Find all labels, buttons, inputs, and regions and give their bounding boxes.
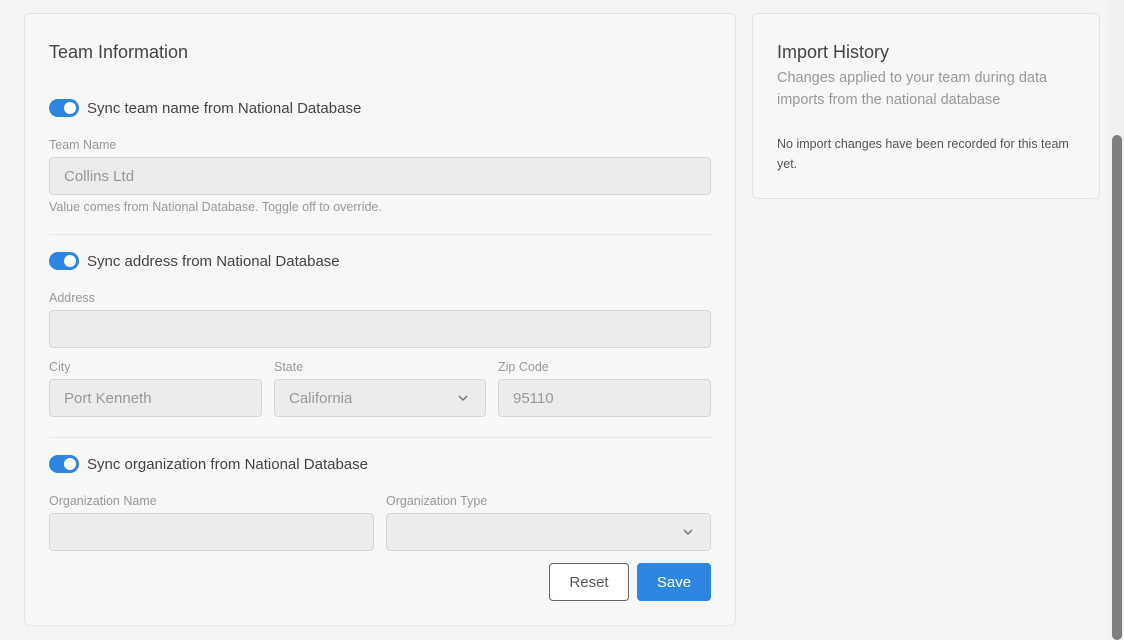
page: Team Information Sync team name from Nat… bbox=[0, 0, 1124, 640]
sync-organization-label: Sync organization from National Database bbox=[87, 455, 368, 473]
address-label: Address bbox=[49, 291, 95, 305]
organization-name-input[interactable] bbox=[49, 513, 374, 551]
zip-value: 95110 bbox=[513, 389, 554, 407]
toggle-knob bbox=[64, 458, 76, 470]
team-name-helper: Value comes from National Database. Togg… bbox=[49, 200, 382, 214]
toggle-knob bbox=[64, 102, 76, 114]
import-history-empty-message: No import changes have been recorded for… bbox=[777, 137, 1069, 171]
reset-button[interactable]: Reset bbox=[549, 563, 629, 601]
sync-address-label: Sync address from National Database bbox=[87, 252, 340, 270]
sync-address-row: Sync address from National Database bbox=[49, 252, 340, 270]
organization-name-label: Organization Name bbox=[49, 494, 157, 508]
toggle-knob bbox=[64, 255, 76, 267]
sync-address-toggle[interactable] bbox=[49, 252, 79, 270]
sync-team-name-toggle[interactable] bbox=[49, 99, 79, 117]
city-label: City bbox=[49, 360, 71, 374]
sync-organization-row: Sync organization from National Database bbox=[49, 455, 368, 473]
team-information-card: Team Information Sync team name from Nat… bbox=[24, 13, 736, 626]
sync-organization-toggle[interactable] bbox=[49, 455, 79, 473]
chevron-down-icon bbox=[683, 529, 693, 536]
chevron-down-icon bbox=[458, 395, 468, 402]
state-value: California bbox=[289, 389, 353, 407]
city-value: Port Kenneth bbox=[64, 389, 152, 407]
save-button[interactable]: Save bbox=[637, 563, 711, 601]
card-title: Team Information bbox=[49, 42, 189, 62]
sync-team-name-row: Sync team name from National Database bbox=[49, 99, 361, 117]
organization-type-select[interactable] bbox=[386, 513, 711, 551]
state-label: State bbox=[274, 360, 304, 374]
address-input[interactable] bbox=[49, 310, 711, 348]
divider bbox=[49, 437, 712, 438]
sync-team-name-label: Sync team name from National Database bbox=[87, 99, 362, 117]
team-name-input[interactable]: Collins Ltd bbox=[49, 157, 711, 195]
organization-type-label: Organization Type bbox=[386, 494, 488, 508]
team-name-value: Collins Ltd bbox=[64, 167, 135, 185]
divider bbox=[49, 234, 712, 235]
zip-input[interactable]: 95110 bbox=[498, 379, 711, 417]
city-input[interactable]: Port Kenneth bbox=[49, 379, 262, 417]
import-history-card: Import History Changes applied to your t… bbox=[752, 13, 1100, 199]
state-select[interactable]: California bbox=[274, 379, 486, 417]
zip-label: Zip Code bbox=[498, 360, 549, 374]
scrollbar-thumb[interactable] bbox=[1112, 135, 1122, 640]
team-name-label: Team Name bbox=[49, 138, 117, 152]
import-history-title: Import History bbox=[777, 42, 890, 62]
import-history-subtitle: Changes applied to your team during data… bbox=[777, 70, 1048, 108]
